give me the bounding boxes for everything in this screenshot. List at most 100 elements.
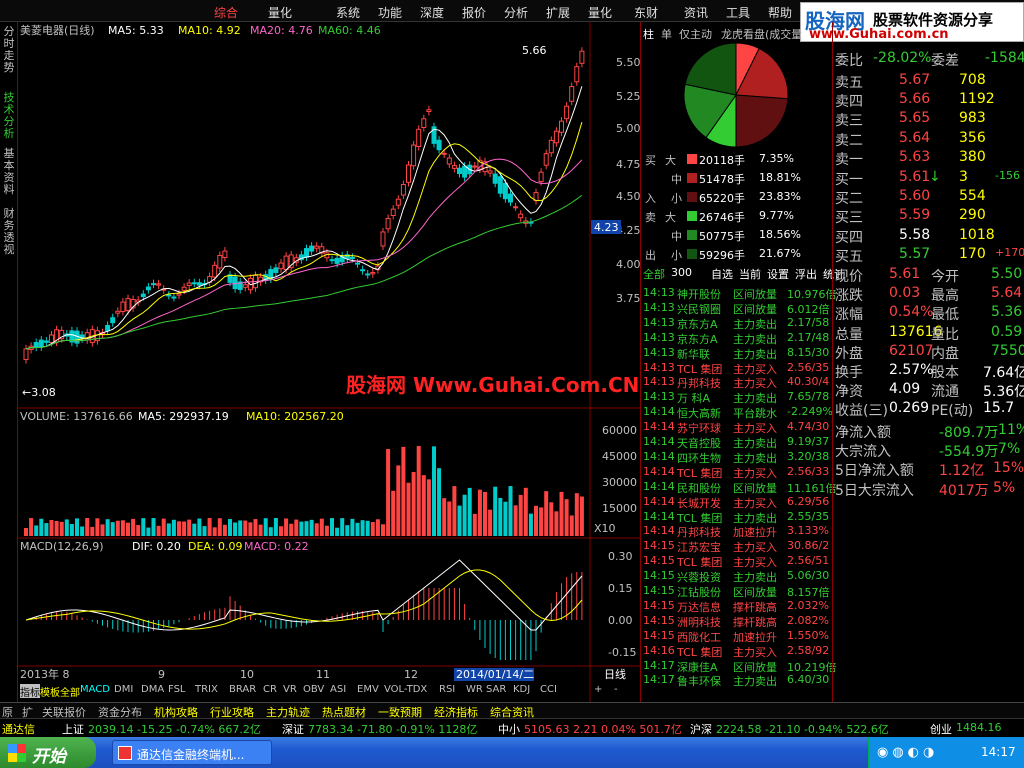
trade-row[interactable]: 14:15 万达信息 撑杆跳高 2.032% <box>641 599 833 614</box>
indicator-tab-6[interactable]: FSL <box>168 684 186 698</box>
trade-row[interactable]: 14:14 长城开发 主力买入 6.29/56 <box>641 495 833 510</box>
menu-item-5[interactable]: 报价 <box>462 4 486 21</box>
candle <box>390 208 396 217</box>
trade-row[interactable]: 14:14 恒大高新 平台跳水 -2.249% <box>641 405 833 420</box>
indicator-tab-2[interactable]: 全部 <box>60 684 80 699</box>
trade-row[interactable]: 14:13 TCL 集团 主力买入 2.56/35 <box>641 361 833 376</box>
vtab-2[interactable]: 基本资料 <box>2 148 16 196</box>
trade-row[interactable]: 14:15 兴蓉投资 主力卖出 5.06/30 <box>641 569 833 584</box>
candle <box>365 273 371 276</box>
candle <box>151 283 156 286</box>
mid-tab-3[interactable]: 龙虎看盘(成交量 <box>721 26 802 41</box>
filter-tab-0[interactable]: 全部 <box>643 266 665 281</box>
indicator-tab-11[interactable]: OBV <box>303 684 324 698</box>
menu-item-2[interactable]: 系统 <box>336 4 360 21</box>
indicator-tab-8[interactable]: BRAR <box>229 684 256 698</box>
trade-row[interactable]: 14:13 万 科A 主力卖出 7.65/78 <box>641 390 833 405</box>
menu-item-0[interactable]: 综合 <box>214 4 238 21</box>
ticker-name[interactable]: 沪深 <box>690 721 712 737</box>
filter-tab-1[interactable]: 300 <box>671 266 692 281</box>
indicator-tab-7[interactable]: TRIX <box>195 684 218 698</box>
ticker-name[interactable]: 创业 <box>930 721 952 737</box>
ticker-name[interactable]: 深证 <box>282 721 304 737</box>
volume-bar <box>39 518 44 536</box>
buy-price: 5.59 <box>899 207 931 224</box>
ticker-name[interactable]: 中小 <box>498 721 520 737</box>
indicator-tab-9[interactable]: CR <box>263 684 277 698</box>
indicator-tab-15[interactable]: RSI <box>439 684 455 698</box>
trade-row[interactable]: 14:14 天音控股 主力卖出 9.19/37 <box>641 435 833 450</box>
taskbar-app-button[interactable]: 通达信金融终端机... <box>112 740 272 765</box>
mid-tab-2[interactable]: 仅主动 <box>679 26 712 41</box>
trade-row[interactable]: 14:15 洲明科技 撑杆跳高 2.082% <box>641 614 833 629</box>
ticker-name[interactable]: 通达信 <box>2 721 35 737</box>
filter-tab-5[interactable]: 浮出 <box>795 266 817 281</box>
sell-level-label: 卖二 <box>835 132 863 149</box>
trade-row[interactable]: 14:16 TCL 集团 主力买入 2.58/92 <box>641 644 833 659</box>
indicator-tab-18[interactable]: KDJ <box>513 684 530 698</box>
menu-item-1[interactable]: 量化 <box>268 4 292 21</box>
volume-bar <box>528 513 533 536</box>
trade-row[interactable]: 14:13 京东方A 主力卖出 2.17/48 <box>641 331 833 346</box>
trade-row[interactable]: 14:13 神开股份 区间放量 10.976倍 <box>641 286 837 301</box>
trade-action: 区间放量 <box>733 481 777 495</box>
zoom-in-button[interactable]: + <box>594 684 602 698</box>
start-button[interactable]: 开始 <box>0 737 96 768</box>
indicator-tab-17[interactable]: SAR <box>486 684 506 698</box>
menu-item-3[interactable]: 功能 <box>378 4 402 21</box>
trade-row[interactable]: 14:14 TCL 集团 主力卖出 2.55/35 <box>641 510 833 525</box>
indicator-tab-4[interactable]: DMI <box>114 684 133 698</box>
menu-item-10[interactable]: 资讯 <box>684 4 708 21</box>
menu-item-9[interactable]: 东财 <box>634 4 658 21</box>
indicator-tab-0[interactable]: 指标 <box>20 684 40 699</box>
indicator-tab-16[interactable]: WR <box>466 684 483 698</box>
indicator-tab-10[interactable]: VR <box>283 684 297 698</box>
indicator-tab-12[interactable]: ASI <box>330 684 346 698</box>
mid-tab-0[interactable]: 柱 <box>643 26 654 41</box>
trade-row[interactable]: 14:17 鲁丰环保 主力卖出 6.40/30 <box>641 673 833 688</box>
vtab-0[interactable]: 分时走势 <box>2 26 16 74</box>
mid-tab-1[interactable]: 单 <box>661 26 672 41</box>
menu-item-12[interactable]: 帮助 <box>768 4 792 21</box>
indicator-tab-3[interactable]: MACD <box>80 684 110 698</box>
vtab-1[interactable]: 技术分析 <box>2 92 16 140</box>
sell-row: 卖四 5.66 1192 <box>833 91 1024 110</box>
trade-row[interactable]: 14:17 深康佳A 区间放量 10.219倍 <box>641 659 837 674</box>
indicator-tab-14[interactable]: VOL-TDX <box>384 684 427 698</box>
indicator-tab-13[interactable]: EMV <box>357 684 379 698</box>
ticker-name[interactable]: 上证 <box>62 721 84 737</box>
candle <box>426 109 432 112</box>
menu-item-11[interactable]: 工具 <box>726 4 750 21</box>
filter-tab-3[interactable]: 当前 <box>739 266 761 281</box>
vtab-3[interactable]: 财务透视 <box>2 208 16 256</box>
trade-value: 2.56/35 <box>787 360 830 374</box>
trade-row[interactable]: 14:14 苏宁环球 主力买入 4.74/30 <box>641 420 833 435</box>
filter-tab-4[interactable]: 设置 <box>767 266 789 281</box>
menu-item-6[interactable]: 分析 <box>504 4 528 21</box>
indicator-tab-5[interactable]: DMA <box>141 684 164 698</box>
candle <box>487 170 493 174</box>
trade-row[interactable]: 14:13 丹邦科技 主力买入 40.30/4 <box>641 375 833 390</box>
trade-row[interactable]: 14:15 江苏宏宝 主力买入 30.86/2 <box>641 539 833 554</box>
trade-row[interactable]: 14:14 民和股份 区间放量 11.161倍 <box>641 480 837 495</box>
indicator-tab-1[interactable]: 模板 <box>40 684 60 699</box>
trade-row[interactable]: 14:14 丹邦科技 加速拉升 3.133% <box>641 524 833 539</box>
trade-value: 10.976倍 <box>787 288 837 301</box>
trade-row[interactable]: 14:14 四环生物 主力卖出 3.20/38 <box>641 450 833 465</box>
candle <box>242 284 248 288</box>
stat-value: 0.54% <box>889 304 934 321</box>
trade-row[interactable]: 14:15 TCL 集团 主力买入 2.56/51 <box>641 554 833 569</box>
trade-row[interactable]: 14:14 TCL 集团 主力买入 2.56/33 <box>641 465 833 480</box>
trade-row[interactable]: 14:13 兴民钢圈 区间放量 6.012倍 <box>641 301 833 316</box>
volume-bar <box>401 446 406 536</box>
trade-row[interactable]: 14:15 江钻股份 区间放量 8.157倍 <box>641 584 833 599</box>
filter-tab-2[interactable]: 自选 <box>711 266 733 281</box>
trade-row[interactable]: 14:15 西陇化工 加速拉升 1.550% <box>641 629 833 644</box>
menu-item-4[interactable]: 深度 <box>420 4 444 21</box>
menu-item-8[interactable]: 量化 <box>588 4 612 21</box>
menu-item-7[interactable]: 扩展 <box>546 4 570 21</box>
zoom-out-button[interactable]: - <box>614 684 618 698</box>
indicator-tab-19[interactable]: CCI <box>540 684 557 698</box>
trade-row[interactable]: 14:13 京东方A 主力卖出 2.17/58 <box>641 316 833 331</box>
trade-row[interactable]: 14:13 新华联 主力卖出 8.15/30 <box>641 346 833 361</box>
